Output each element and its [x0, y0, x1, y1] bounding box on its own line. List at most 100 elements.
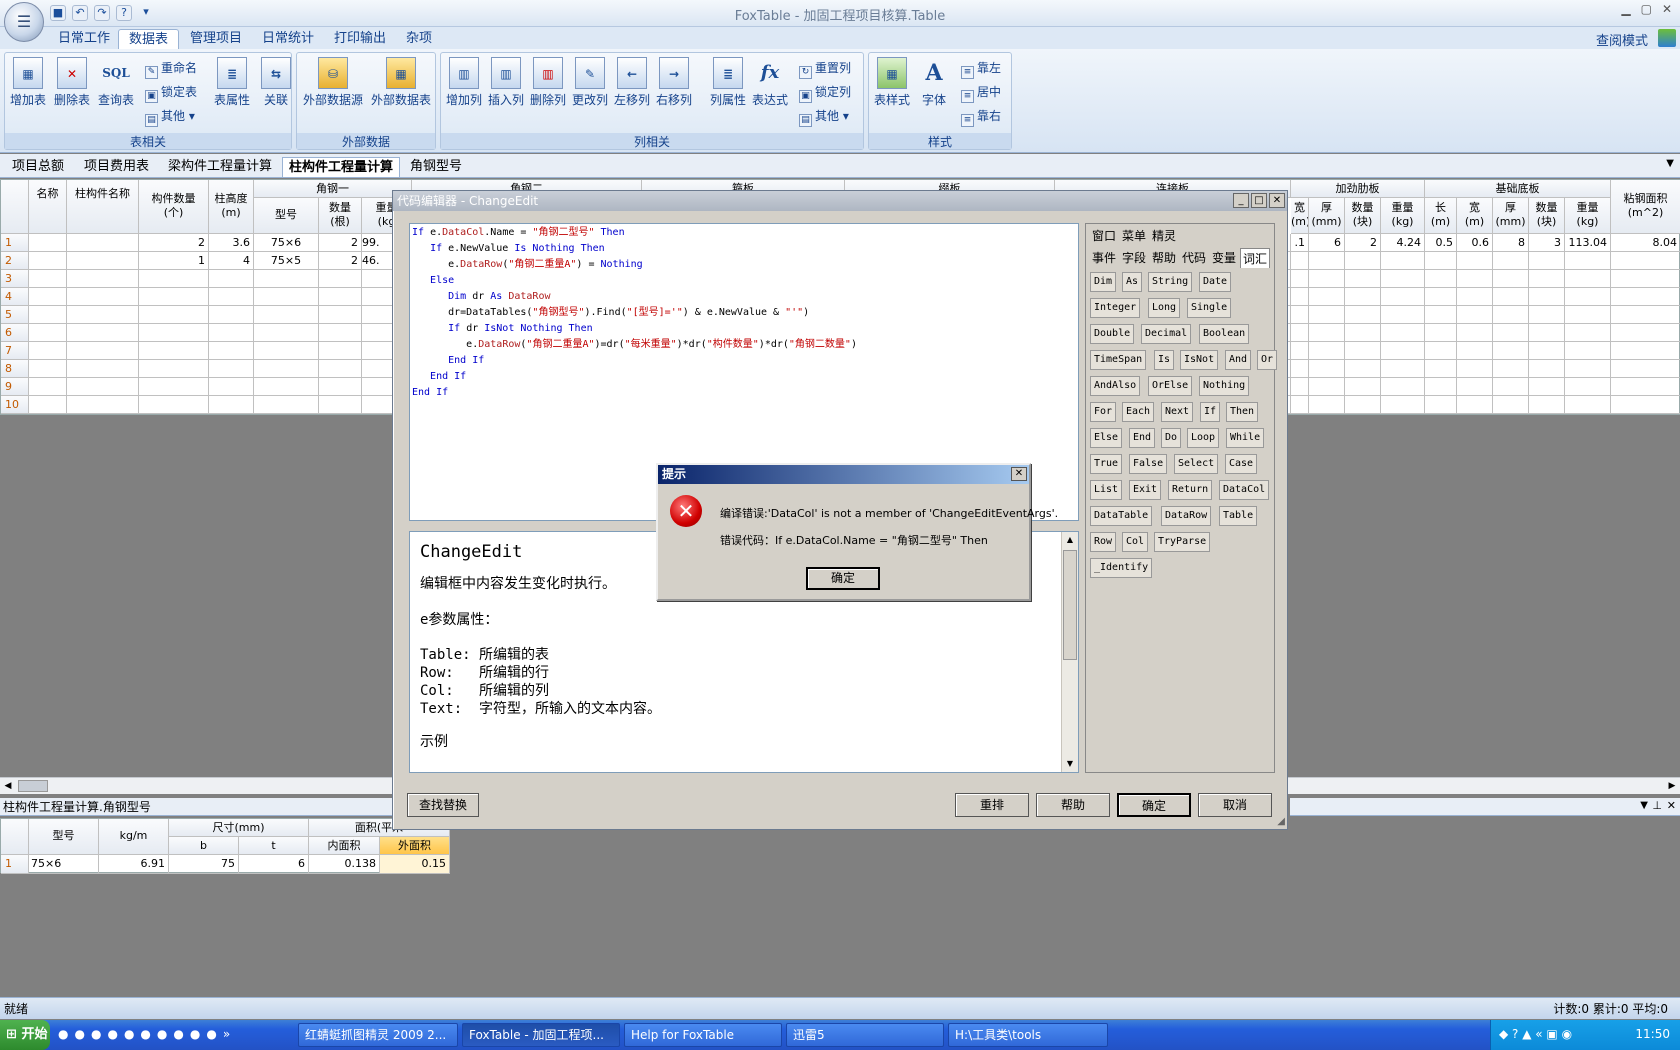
sub-cell-t[interactable]: 6: [239, 855, 309, 874]
grid-cell-count[interactable]: [139, 306, 209, 324]
add-table-button[interactable]: ▦ 增加表: [7, 57, 49, 108]
app-launch-icon[interactable]: ●: [58, 1027, 68, 1041]
align-left-button[interactable]: ≡ 靠左: [961, 59, 1001, 79]
app-launch-icon[interactable]: ●: [190, 1027, 200, 1041]
grid-cell-height[interactable]: [209, 396, 254, 414]
col-header-count[interactable]: 构件数量 (个): [139, 180, 209, 234]
keyword-button[interactable]: And: [1225, 350, 1252, 370]
keyword-button[interactable]: DataTable: [1090, 506, 1153, 526]
keyword-button[interactable]: Each: [1122, 402, 1155, 422]
keyword-button[interactable]: Or: [1257, 350, 1278, 370]
grid-cell-col-name[interactable]: [67, 342, 139, 360]
grid-cell-type[interactable]: [254, 342, 319, 360]
grid-cell-base-t[interactable]: [1493, 342, 1529, 360]
taskbar-item-folder[interactable]: H:\工具类\tools: [948, 1023, 1108, 1047]
grid-cell-area[interactable]: [1611, 252, 1680, 270]
grid-cell-base-q[interactable]: [1529, 342, 1565, 360]
scroll-right-icon[interactable]: ▶: [1664, 778, 1680, 794]
grid-cell-qty[interactable]: [319, 360, 362, 378]
table-other-button[interactable]: ▤ 其他 ▾: [145, 107, 195, 127]
tab-angle-steel[interactable]: 角钢型号: [404, 157, 468, 177]
keyword-button[interactable]: Next: [1161, 402, 1194, 422]
close-icon[interactable]: ✕: [1269, 193, 1285, 208]
column-props-button[interactable]: ≣ 列属性: [707, 57, 749, 108]
delete-table-button[interactable]: ✕ 删除表: [51, 57, 93, 108]
redo-icon[interactable]: ↷: [94, 5, 110, 21]
grid-cell-rib-q[interactable]: 2: [1345, 234, 1381, 252]
grid-cell-name[interactable]: [29, 324, 67, 342]
dropdown-icon[interactable]: ▼: [1640, 800, 1648, 811]
grid-cell-base-q[interactable]: [1529, 324, 1565, 342]
grid-cell-rib-t[interactable]: [1309, 306, 1345, 324]
grid-cell-rib-w[interactable]: [1291, 360, 1309, 378]
grid-cell-base-l[interactable]: [1425, 324, 1457, 342]
minimize-icon[interactable]: _: [1233, 193, 1249, 208]
pane-tab[interactable]: 窗口: [1090, 226, 1118, 246]
scroll-thumb[interactable]: [18, 780, 48, 792]
row-number[interactable]: 9: [1, 378, 29, 396]
grid-cell-col-name[interactable]: [67, 288, 139, 306]
close-icon[interactable]: ✕: [1667, 799, 1676, 812]
col-header-column-name[interactable]: 柱构件名称: [67, 180, 139, 234]
grid-cell-base-t[interactable]: [1493, 270, 1529, 288]
grid-cell-rib-q[interactable]: [1345, 288, 1381, 306]
grid-cell-rib-t[interactable]: [1309, 360, 1345, 378]
sub-row-number[interactable]: 1: [1, 855, 29, 874]
grid-cell-rib-w[interactable]: [1291, 324, 1309, 342]
start-button[interactable]: ⊞ 开始: [0, 1020, 50, 1050]
subgrid-corner[interactable]: [1, 819, 29, 855]
grid-cell-base-q[interactable]: [1529, 288, 1565, 306]
grid-cell-rib-w[interactable]: [1291, 342, 1309, 360]
keyword-button[interactable]: Double: [1090, 324, 1135, 344]
sub-col-group-size[interactable]: 尺寸(mm): [169, 819, 309, 837]
keyword-button[interactable]: Nothing: [1199, 376, 1250, 396]
grid-cell-count[interactable]: [139, 342, 209, 360]
col-group-angle1[interactable]: 角钢一: [254, 180, 412, 198]
app-launch-icon[interactable]: ●: [74, 1027, 84, 1041]
grid-cell-rib-q[interactable]: [1345, 252, 1381, 270]
scroll-left-icon[interactable]: ◀: [0, 778, 16, 794]
grid-cell-base-kg[interactable]: [1565, 270, 1611, 288]
help-icon[interactable]: ?: [116, 5, 132, 21]
sub-col-header-outer[interactable]: 外面积: [380, 837, 450, 855]
grid-cell-rib-q[interactable]: [1345, 306, 1381, 324]
grid-cell-rib-w[interactable]: [1291, 378, 1309, 396]
grid-cell-count[interactable]: [139, 360, 209, 378]
col-header-base-weight[interactable]: 重量 (kg): [1565, 198, 1611, 234]
help-scrollbar[interactable]: ▲ ▼: [1061, 532, 1078, 772]
grid-cell-base-q[interactable]: [1529, 270, 1565, 288]
grid-cell-qty[interactable]: [319, 342, 362, 360]
keyword-button[interactable]: Dim: [1090, 272, 1117, 292]
pin-icon[interactable]: ⊥: [1652, 799, 1662, 812]
grid-corner[interactable]: [1, 180, 29, 234]
maximize-icon[interactable]: □: [1251, 193, 1267, 208]
grid-cell-base-kg[interactable]: [1565, 342, 1611, 360]
sub-cell-outer[interactable]: 0.15: [380, 855, 450, 874]
grid-cell-base-t[interactable]: [1493, 378, 1529, 396]
ribbon-tab-misc[interactable]: 杂项: [396, 29, 442, 49]
grid-cell-type[interactable]: [254, 324, 319, 342]
add-column-button[interactable]: ▥ 增加列: [443, 57, 485, 108]
keyword-button[interactable]: Select: [1174, 454, 1219, 474]
keyword-button[interactable]: TimeSpan: [1090, 350, 1147, 370]
grid-cell-base-kg[interactable]: 113.04: [1565, 234, 1611, 252]
grid-cell-base-kg[interactable]: [1565, 252, 1611, 270]
app-launch-icon[interactable]: ●: [124, 1027, 134, 1041]
col-group-rib[interactable]: 加劲肋板: [1291, 180, 1425, 198]
grid-cell-base-q[interactable]: 3: [1529, 234, 1565, 252]
grid-cell-rib-t[interactable]: [1309, 396, 1345, 414]
external-table-button[interactable]: ▦ 外部数据表: [369, 57, 433, 108]
keyword-button[interactable]: IsNot: [1180, 350, 1219, 370]
grid-cell-base-l[interactable]: [1425, 306, 1457, 324]
app-launch-icon[interactable]: ●: [173, 1027, 183, 1041]
col-header-base-width[interactable]: 宽 (m): [1457, 198, 1493, 234]
rearrange-button[interactable]: 重排: [955, 793, 1029, 817]
col-group-base[interactable]: 基础底板: [1425, 180, 1611, 198]
grid-cell-count[interactable]: 2: [139, 234, 209, 252]
sub-col-header-type[interactable]: 型号: [29, 819, 99, 855]
keyword-button[interactable]: Single: [1187, 298, 1232, 318]
grid-cell-base-w[interactable]: 0.6: [1457, 234, 1493, 252]
keyword-button[interactable]: As: [1122, 272, 1143, 292]
grid-cell-count[interactable]: [139, 378, 209, 396]
font-button[interactable]: A 字体: [913, 57, 955, 108]
